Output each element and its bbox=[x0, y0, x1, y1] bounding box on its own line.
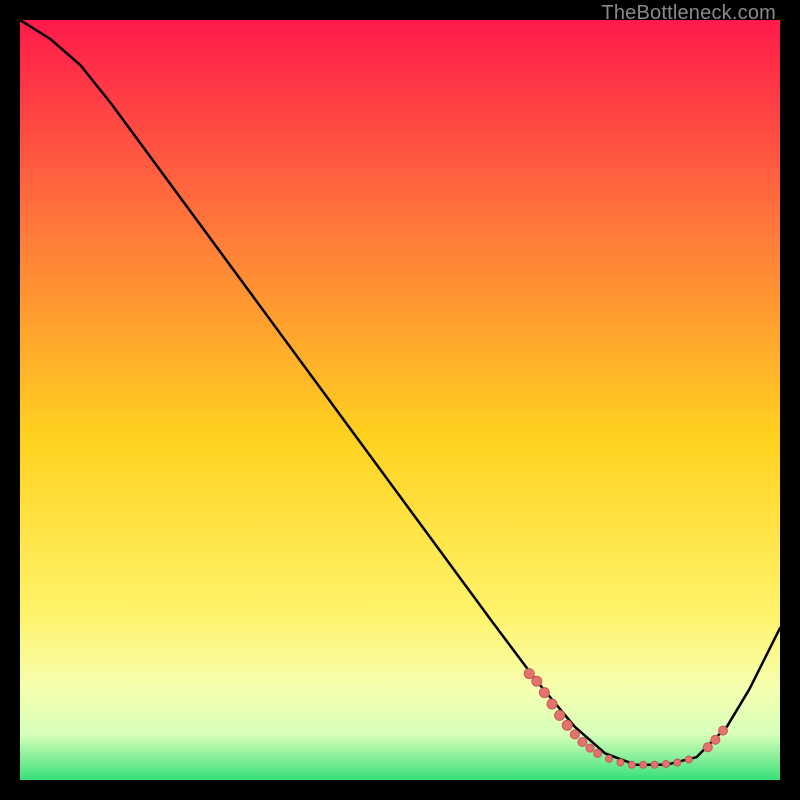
curve-marker bbox=[640, 761, 647, 768]
curve-marker bbox=[562, 720, 572, 730]
curve-marker bbox=[570, 730, 579, 739]
chart-plot bbox=[20, 20, 780, 780]
curve-marker bbox=[674, 759, 681, 766]
curve-marker bbox=[711, 735, 720, 744]
curve-marker bbox=[719, 726, 728, 735]
curve-marker bbox=[594, 749, 602, 757]
curve-marker bbox=[663, 761, 670, 768]
curve-marker bbox=[547, 699, 557, 709]
curve-marker bbox=[685, 756, 692, 763]
curve-marker bbox=[628, 761, 635, 768]
curve-marker bbox=[539, 688, 549, 698]
curve-marker bbox=[606, 755, 613, 762]
chart-frame bbox=[20, 20, 780, 780]
curve-marker bbox=[617, 759, 624, 766]
curve-marker bbox=[578, 738, 587, 747]
curve-marker bbox=[532, 676, 542, 686]
curve-marker bbox=[586, 744, 594, 752]
curve-marker bbox=[703, 743, 712, 752]
chart-svg bbox=[20, 20, 780, 780]
curve-marker bbox=[651, 761, 658, 768]
curve-marker bbox=[524, 669, 534, 679]
curve-marker bbox=[555, 710, 565, 720]
